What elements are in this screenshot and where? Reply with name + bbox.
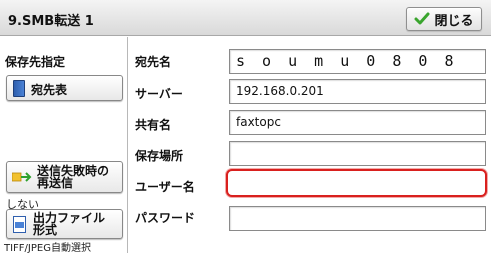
dialog-title: 9.SMB転送 1 bbox=[8, 14, 94, 29]
destination-section-label: 保存先指定 bbox=[5, 55, 66, 69]
close-button-label: 閉じる bbox=[434, 13, 474, 29]
title-bar: 9.SMB転送 1 閉じる bbox=[0, 0, 491, 36]
destination-form: 宛先名 s o u m u 0 8 0 8 サーバー 192.168.0.201… bbox=[129, 37, 491, 253]
share-name-label: 共有名 bbox=[135, 118, 172, 132]
username-label: ユーザー名 bbox=[135, 180, 195, 194]
output-label-line2: 形式 bbox=[33, 223, 58, 237]
destination-name-label: 宛先名 bbox=[135, 55, 172, 69]
password-field[interactable] bbox=[229, 206, 486, 231]
username-field[interactable] bbox=[226, 169, 487, 197]
file-format-icon bbox=[13, 216, 26, 233]
address-book-icon bbox=[13, 80, 25, 97]
arrow-right-icon bbox=[12, 172, 32, 182]
checkmark-icon bbox=[414, 12, 430, 25]
server-label: サーバー bbox=[135, 87, 183, 101]
save-location-label: 保存場所 bbox=[135, 149, 184, 163]
close-button[interactable]: 閉じる bbox=[406, 7, 482, 31]
smb-transfer-dialog: 9.SMB転送 1 閉じる 保存先指定 宛先表 送信失敗時の 再送信 しない 出… bbox=[0, 0, 491, 253]
address-book-label: 宛先表 bbox=[31, 83, 68, 97]
server-field[interactable]: 192.168.0.201 bbox=[229, 79, 486, 104]
password-label: パスワード bbox=[135, 211, 196, 225]
left-pane: 保存先指定 宛先表 送信失敗時の 再送信 しない 出力ファイル 形式 TIFF/… bbox=[0, 37, 128, 253]
output-file-format-button[interactable]: 出力ファイル 形式 bbox=[6, 209, 123, 239]
save-location-field[interactable] bbox=[229, 141, 486, 166]
retry-label-line2: 再送信 bbox=[37, 176, 74, 190]
output-format-value: TIFF/JPEG自動選択 bbox=[4, 243, 91, 253]
retry-on-failure-button[interactable]: 送信失敗時の 再送信 bbox=[6, 161, 123, 193]
address-book-button[interactable]: 宛先表 bbox=[6, 75, 123, 101]
share-name-field[interactable]: faxtopc bbox=[229, 110, 486, 135]
destination-name-field[interactable]: s o u m u 0 8 0 8 bbox=[229, 49, 486, 74]
